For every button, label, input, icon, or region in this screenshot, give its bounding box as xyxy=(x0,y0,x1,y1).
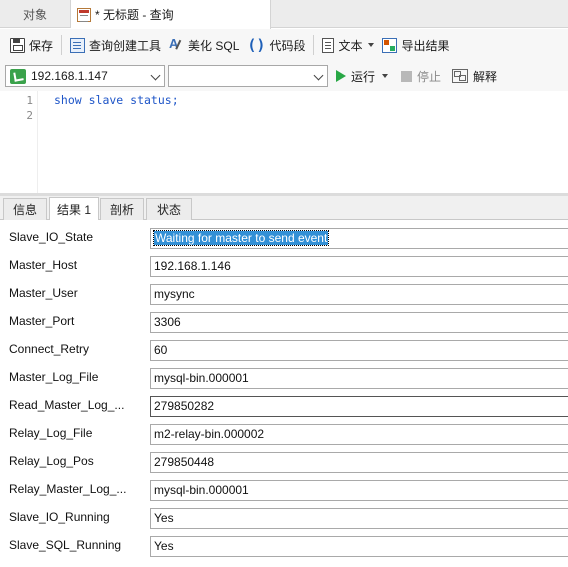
form-row: Relay_Master_Log_... mysql-bin.000001 xyxy=(0,473,568,501)
form-row: Master_Host 192.168.1.146 xyxy=(0,249,568,277)
form-row: Relay_Log_File m2-relay-bin.000002 xyxy=(0,417,568,445)
query-builder-button[interactable]: 查询创建工具 xyxy=(66,32,165,58)
export-result-label: 导出结果 xyxy=(401,38,450,53)
field-value[interactable]: Yes xyxy=(150,536,568,557)
explain-icon xyxy=(452,69,468,83)
line-number: 2 xyxy=(26,109,33,122)
selected-field-text: Waiting for master to send event xyxy=(152,230,330,246)
form-row: Slave_SQL_Running Yes xyxy=(0,529,568,557)
chevron-down-icon xyxy=(313,70,324,81)
field-value[interactable]: Yes xyxy=(150,508,568,529)
toolbar-divider xyxy=(313,35,315,55)
explain-label: 解释 xyxy=(473,69,498,84)
field-value[interactable]: mysync xyxy=(150,284,568,305)
tab-result-1[interactable]: 结果 1 xyxy=(49,197,99,220)
field-value[interactable]: 3306 xyxy=(150,312,568,333)
text-mode-button[interactable]: 文本 xyxy=(318,32,378,58)
tab-profile-label: 剖析 xyxy=(109,203,134,217)
tab-objects[interactable]: 对象 xyxy=(0,0,71,28)
field-label: Slave_IO_Running xyxy=(9,510,110,524)
form-row: Read_Master_Log_... 279850282 xyxy=(0,389,568,417)
field-value[interactable]: Waiting for master to send event xyxy=(150,228,568,249)
field-label: Read_Master_Log_... xyxy=(9,398,125,412)
stop-icon xyxy=(401,70,412,82)
field-value[interactable]: mysql-bin.000001 xyxy=(150,368,568,389)
form-row: Connect_Retry 60 xyxy=(0,333,568,361)
code-snippet-button[interactable]: () 代码段 xyxy=(243,32,309,58)
stop-label: 停止 xyxy=(417,69,442,84)
chevron-down-icon xyxy=(150,70,161,81)
sql-editor[interactable]: 1 2 show slave status; xyxy=(0,91,568,193)
tab-objects-label: 对象 xyxy=(22,7,47,22)
run-label: 运行 xyxy=(351,69,376,84)
tab-info[interactable]: 信息 xyxy=(3,198,47,220)
form-row: Master_Port 3306 xyxy=(0,305,568,333)
field-label: Master_Host xyxy=(9,258,78,272)
database-select[interactable] xyxy=(168,65,328,87)
stop-button[interactable]: 停止 xyxy=(401,66,441,86)
tab-query-label: * 无标题 - 查询 xyxy=(95,8,174,22)
form-row: Master_Log_File mysql-bin.000001 xyxy=(0,361,568,389)
beautify-icon xyxy=(169,36,184,53)
chevron-down-icon xyxy=(368,43,375,47)
result-tabs: 信息 结果 1 剖析 状态 xyxy=(0,196,568,220)
mysql-connection-icon xyxy=(10,68,26,84)
sql-code-line: show slave status; xyxy=(54,93,179,107)
field-label: Slave_SQL_Running xyxy=(9,538,122,552)
run-button[interactable]: 运行 xyxy=(336,66,389,86)
document-tab-strip: 对象 * 无标题 - 查询 xyxy=(0,0,568,29)
field-value[interactable]: 279850448 xyxy=(150,452,568,473)
field-value[interactable]: 279850282 xyxy=(150,396,568,417)
beautify-sql-button[interactable]: 美化 SQL xyxy=(165,32,243,58)
form-row: Master_User mysync xyxy=(0,277,568,305)
export-result-button[interactable]: 导出结果 xyxy=(378,32,453,58)
tab-result-1-label: 结果 1 xyxy=(56,202,91,217)
line-number-gutter: 1 2 xyxy=(0,91,38,193)
save-button[interactable]: 保存 xyxy=(6,32,57,58)
field-label: Master_Log_File xyxy=(9,370,99,384)
export-icon xyxy=(382,37,398,53)
field-label: Master_Port xyxy=(9,314,75,328)
field-value[interactable]: m2-relay-bin.000002 xyxy=(150,424,568,445)
form-row: Relay_Log_Pos 279850448 xyxy=(0,445,568,473)
form-row: Slave_IO_State Waiting for master to sen… xyxy=(0,221,568,249)
connection-bar: 192.168.1.147 运行 停止 解释 xyxy=(0,61,568,91)
field-value[interactable]: 192.168.1.146 xyxy=(150,256,568,277)
field-value[interactable]: 60 xyxy=(150,340,568,361)
code-snippet-icon: () xyxy=(247,35,266,54)
query-builder-icon xyxy=(70,37,86,53)
connection-host: 192.168.1.147 xyxy=(31,69,108,83)
field-label: Master_User xyxy=(9,286,78,300)
toolbar-divider xyxy=(61,35,63,55)
tab-query[interactable]: * 无标题 - 查询 xyxy=(71,0,271,29)
field-label: Connect_Retry xyxy=(9,342,90,356)
query-window: 对象 * 无标题 - 查询 保存 查询创建工具 美化 SQL () 代码段 文本 xyxy=(0,0,568,567)
text-mode-label: 文本 xyxy=(338,38,363,53)
field-label: Relay_Log_File xyxy=(9,426,93,440)
form-row: Slave_IO_Running Yes xyxy=(0,501,568,529)
play-icon xyxy=(336,70,346,82)
query-table-icon xyxy=(77,7,91,22)
field-label: Slave_IO_State xyxy=(9,230,94,244)
query-toolbar: 保存 查询创建工具 美化 SQL () 代码段 文本 导出结果 xyxy=(0,29,568,61)
code-snippet-label: 代码段 xyxy=(269,38,306,53)
tab-status[interactable]: 状态 xyxy=(146,198,192,220)
field-label: Relay_Log_Pos xyxy=(9,454,94,468)
query-builder-label: 查询创建工具 xyxy=(89,38,162,53)
field-label: Relay_Master_Log_... xyxy=(9,482,127,496)
tab-info-label: 信息 xyxy=(12,203,37,217)
line-number: 1 xyxy=(26,94,33,107)
connection-select[interactable]: 192.168.1.147 xyxy=(5,65,165,87)
beautify-sql-label: 美化 SQL xyxy=(188,38,240,53)
tab-profile[interactable]: 剖析 xyxy=(100,198,144,220)
tab-status-label: 状态 xyxy=(156,203,181,217)
result-form-view: Slave_IO_State Waiting for master to sen… xyxy=(0,221,568,567)
explain-button[interactable]: 解释 xyxy=(452,66,497,86)
chevron-down-icon xyxy=(382,74,389,78)
text-document-icon xyxy=(322,37,335,53)
save-label: 保存 xyxy=(29,38,54,53)
save-icon xyxy=(10,37,25,53)
field-value[interactable]: mysql-bin.000001 xyxy=(150,480,568,501)
